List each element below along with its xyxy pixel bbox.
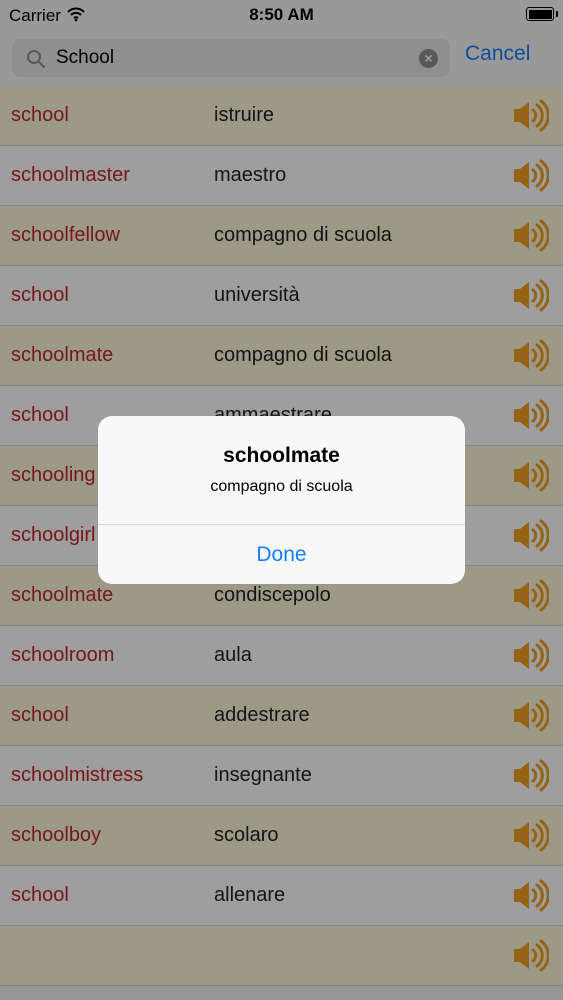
alert-title: schoolmate xyxy=(223,444,340,467)
alert-message: compagno di scuola xyxy=(210,478,353,495)
app-screen: Carrier 8:50 AM School × Cancel school is… xyxy=(0,0,563,1000)
done-button[interactable]: Done xyxy=(98,525,465,584)
alert-dialog: schoolmate compagno di scuola Done xyxy=(98,416,465,584)
